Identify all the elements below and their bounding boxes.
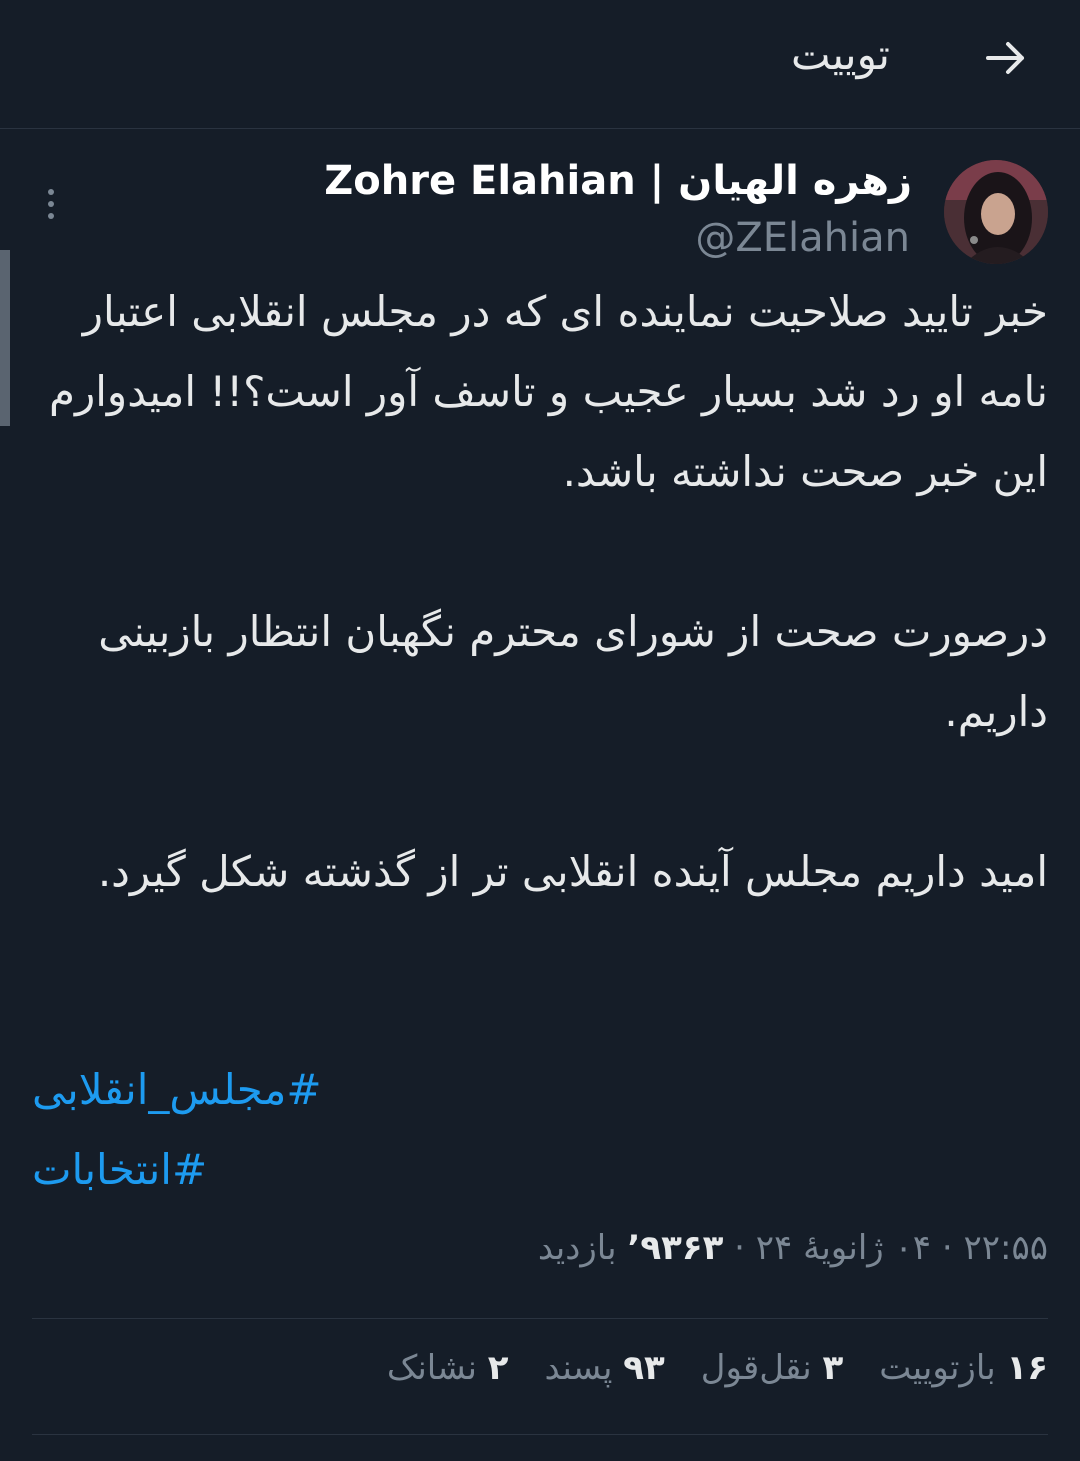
top-bar: توییت xyxy=(0,0,1080,129)
stat-number: ۳ xyxy=(822,1348,844,1388)
display-name[interactable]: زهره الهیان | Zohre Elahian xyxy=(324,158,912,204)
tweet-body: خبر تایید صلاحیت نماینده ای که در مجلس ا… xyxy=(28,272,1048,912)
likes-stat[interactable]: ۹۳ پسند xyxy=(545,1348,665,1388)
stat-label: پسند xyxy=(544,1348,613,1388)
separator-dot: · xyxy=(931,1228,953,1268)
tweet-paragraph: امید داریم مجلس آینده انقلابی تر از گذشت… xyxy=(97,847,1048,896)
scrollbar[interactable] xyxy=(0,250,10,426)
user-handle[interactable]: @ZElahian xyxy=(695,215,910,261)
stat-label: بازتوییت xyxy=(879,1348,996,1388)
views-count: ۹۳۶۳’ xyxy=(627,1228,724,1268)
arrow-right-icon xyxy=(986,42,1024,74)
separator-dot: · xyxy=(723,1228,745,1268)
tweet-time[interactable]: ۲۲:۵۵ xyxy=(963,1228,1048,1268)
retweets-stat[interactable]: ۱۶ بازتوییت xyxy=(879,1348,1048,1388)
tweet-meta: ۲۲:۵۵ · ۰۴ ژانویهٔ ۲۴ · ۹۳۶۳’ بازدید xyxy=(538,1228,1048,1268)
divider xyxy=(32,1434,1048,1435)
stat-label: نشانک xyxy=(386,1348,477,1388)
tweet-stats: ۱۶ بازتوییت ۳ نقل‌قول ۹۳ پسند ۲ نشانک xyxy=(387,1348,1048,1388)
more-vertical-icon xyxy=(48,189,54,219)
profile-photo xyxy=(944,160,1048,264)
divider xyxy=(32,1318,1048,1319)
bookmarks-stat[interactable]: ۲ نشانک xyxy=(387,1348,509,1388)
stat-label: نقل‌قول xyxy=(700,1348,812,1388)
tweet-paragraph: خبر تایید صلاحیت نماینده ای که در مجلس ا… xyxy=(48,287,1048,496)
views-label: بازدید xyxy=(537,1228,617,1268)
stat-number: ۲ xyxy=(487,1348,509,1388)
page-title: توییت xyxy=(791,30,890,79)
tweet-paragraph: درصورت صحت از شورای محترم نگهبان انتظار … xyxy=(98,607,1048,736)
stat-number: ۹۳ xyxy=(623,1348,665,1388)
quotes-stat[interactable]: ۳ نقل‌قول xyxy=(701,1348,844,1388)
hashtag-link[interactable]: #انتخابات xyxy=(32,1130,322,1210)
hashtag-link[interactable]: #مجلس_انقلابی xyxy=(32,1050,322,1130)
back-button[interactable] xyxy=(980,32,1032,84)
hashtag-list: #مجلس_انقلابی #انتخابات xyxy=(32,1050,322,1210)
more-options-button[interactable] xyxy=(36,182,66,226)
stat-number: ۱۶ xyxy=(1006,1348,1048,1388)
avatar[interactable] xyxy=(944,160,1048,264)
tweet-date[interactable]: ۰۴ ژانویهٔ ۲۴ xyxy=(756,1228,931,1268)
